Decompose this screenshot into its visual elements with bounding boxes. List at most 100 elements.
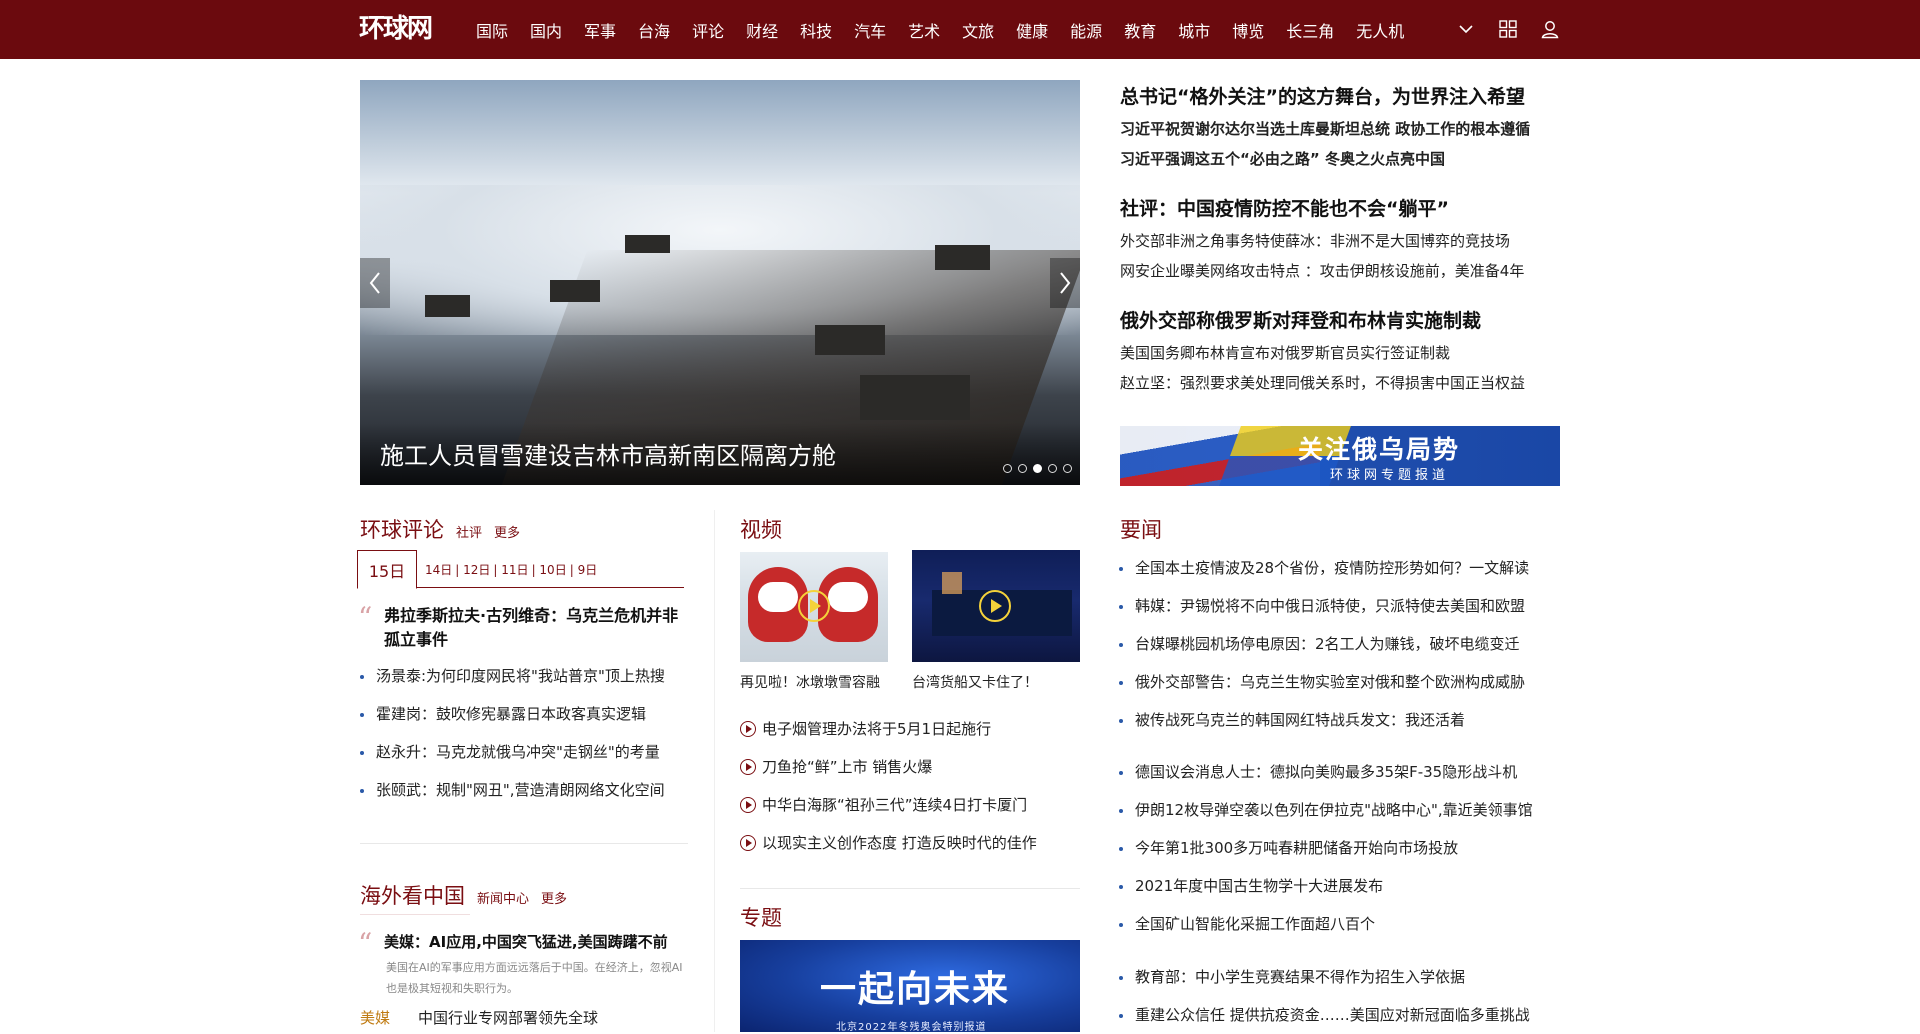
video-caption[interactable]: 再见啦！冰墩墩雪容融 <box>740 672 880 692</box>
headline-sub[interactable]: 网安企业曝美网络攻击特点 ：攻击伊朗核设施前，美准备4年 <box>1120 256 1560 286</box>
nav-item-military[interactable]: 军事 <box>584 18 616 42</box>
commentary-link-editorial[interactable]: 社评 <box>456 522 482 541</box>
tab-date[interactable]: 9日 <box>578 563 598 577</box>
play-circle-icon <box>740 721 756 737</box>
special-banner-text: 一起向未来 <box>820 968 1011 1010</box>
headline-sub[interactable]: 美国国务卿布林肯宣布对俄罗斯官员实行签证制裁 <box>1120 338 1560 368</box>
play-icon <box>798 590 830 622</box>
overseas-link-more[interactable]: 更多 <box>541 888 567 907</box>
play-circle-icon <box>740 797 756 813</box>
hero-next-button[interactable] <box>1050 258 1080 308</box>
list-item[interactable]: 中华白海豚“祖孙三代”连续4日打卡厦门 <box>740 786 1037 824</box>
apps-grid-icon[interactable] <box>1497 18 1519 40</box>
video-title[interactable]: 视频 <box>740 514 782 544</box>
hero-dot[interactable] <box>1003 464 1012 473</box>
tab-date[interactable]: 14日 <box>425 563 452 577</box>
tab-date-active[interactable]: 15日 <box>357 550 417 589</box>
hero-slider[interactable]: 施工人员冒雪建设吉林市高新南区隔离方舱 <box>360 80 1080 485</box>
nav-item-tech[interactable]: 科技 <box>800 18 832 42</box>
overseas-tagline: 美媒 中国行业专网部署领先全球 <box>360 1007 598 1028</box>
date-tabs: 15日 14日 | 12日 | 11日 | 10日 | 9日 <box>357 550 684 589</box>
video-thumb-mascot[interactable] <box>740 552 888 662</box>
video-item-title[interactable]: 电子烟管理办法将于5月1日起施行 <box>762 710 991 748</box>
list-item[interactable]: 台媒曝桃园机场停电原因：2名工人为赚钱，破坏电缆变迁 <box>1119 625 1564 663</box>
nav-item-culture-travel[interactable]: 文旅 <box>962 18 994 42</box>
list-item[interactable]: 德国议会消息人士：德拟向美购最多35架F-35隐形战斗机 <box>1119 753 1564 791</box>
list-item[interactable]: 张颐武：规制"网丑",营造清朗网络文化空间 <box>360 771 690 809</box>
overseas-title[interactable]: 海外看中国 <box>360 880 465 910</box>
list-item[interactable]: 今年第1批300多万吨春耕肥储备开始向市场投放 <box>1119 829 1564 867</box>
video-item-title[interactable]: 刀鱼抢“鲜”上市 销售火爆 <box>762 748 932 786</box>
nav-item-international[interactable]: 国际 <box>476 18 508 42</box>
nav-item-taiwan[interactable]: 台海 <box>638 18 670 42</box>
special-banner[interactable]: 一起向未来 北京2022年冬残奥会特别报道 <box>740 940 1080 1032</box>
commentary-link-more[interactable]: 更多 <box>494 522 520 541</box>
nav-item-yangtze-delta[interactable]: 长三角 <box>1286 18 1334 42</box>
header-underline <box>360 914 470 915</box>
list-item[interactable]: 教育部：中小学生竞赛结果不得作为招生入学依据 <box>1119 958 1564 996</box>
list-item[interactable]: 韩媒：尹锡悦将不向中俄日派特使，只派特使去美国和欧盟 <box>1119 587 1564 625</box>
list-item[interactable]: 刀鱼抢“鲜”上市 销售火爆 <box>740 748 1037 786</box>
commentary-title[interactable]: 环球评论 <box>360 514 444 544</box>
list-item[interactable]: 俄外交部警告：乌克兰生物实验室对俄和整个欧洲构成威胁 <box>1119 663 1564 701</box>
headline-sub[interactable]: 习近平强调这五个“必由之路” 冬奥之火点亮中国 <box>1120 144 1560 174</box>
list-item[interactable]: 汤景泰:为何印度网民将"我站普京"顶上热搜 <box>360 657 690 695</box>
hero-dot[interactable] <box>1048 464 1057 473</box>
list-item[interactable]: 霍建岗：鼓吹修宪暴露日本政客真实逻辑 <box>360 695 690 733</box>
list-item[interactable]: 重建公众信任 提供抗疫资金……美国应对新冠面临多重挑战 <box>1119 996 1564 1034</box>
news-list-1: 全国本土疫情波及28个省份，疫情防控形势如何？一文解读 韩媒：尹锡悦将不向中俄日… <box>1119 549 1564 739</box>
headline-sub[interactable]: 赵立坚：强烈要求美处理同俄关系时，不得损害中国正当权益 <box>1120 368 1560 398</box>
news-title[interactable]: 要闻 <box>1120 514 1162 544</box>
tab-date[interactable]: 10日 <box>539 563 566 577</box>
nav-item-health[interactable]: 健康 <box>1016 18 1048 42</box>
user-icon[interactable] <box>1539 18 1561 40</box>
nav-item-education[interactable]: 教育 <box>1124 18 1156 42</box>
video-item-title[interactable]: 中华白海豚“祖孙三代”连续4日打卡厦门 <box>762 786 1027 824</box>
video-item-title[interactable]: 以现实主义创作态度 打造反映时代的佳作 <box>762 824 1037 862</box>
overseas-featured-title[interactable]: 美媒：AI应用,中国突飞猛进,美国踌躇不前 <box>384 930 668 958</box>
hero-dot[interactable] <box>1018 464 1027 473</box>
tab-dates-rest: 14日 | 12日 | 11日 | 10日 | 9日 <box>425 563 598 577</box>
nav-item-opinion[interactable]: 评论 <box>692 18 724 42</box>
nav-item-drone[interactable]: 无人机 <box>1356 18 1404 42</box>
list-item[interactable]: 以现实主义创作态度 打造反映时代的佳作 <box>740 824 1037 862</box>
list-item[interactable]: 全国本土疫情波及28个省份，疫情防控形势如何？一文解读 <box>1119 549 1564 587</box>
nav-item-city[interactable]: 城市 <box>1178 18 1210 42</box>
nav-item-art[interactable]: 艺术 <box>908 18 940 42</box>
tagline-text[interactable]: 中国行业专网部署领先全球 <box>418 1009 598 1027</box>
list-item[interactable]: 全国矿山智能化采掘工作面超八百个 <box>1119 905 1564 943</box>
hero-dot-active[interactable] <box>1033 464 1042 473</box>
nav-item-finance[interactable]: 财经 <box>746 18 778 42</box>
headline-title[interactable]: 俄外交部称俄罗斯对拜登和布林肯实施制裁 <box>1120 304 1560 338</box>
nav-item-domestic[interactable]: 国内 <box>530 18 562 42</box>
russia-ukraine-banner[interactable]: 关注俄乌局势 环球网专题报道 <box>1120 426 1560 486</box>
chevron-down-icon[interactable] <box>1455 18 1477 40</box>
source-tag[interactable]: 美媒 <box>360 1009 390 1027</box>
video-thumb-ship[interactable] <box>912 550 1080 662</box>
list-item[interactable]: 2021年度中国古生物学十大进展发布 <box>1119 867 1564 905</box>
hero-prev-button[interactable] <box>360 258 390 308</box>
headline-sub[interactable]: 习近平祝贺谢尔达尔当选土库曼斯坦总统 政协工作的根本遵循 <box>1120 114 1560 144</box>
tab-date[interactable]: 11日 <box>501 563 528 577</box>
list-item[interactable]: 被传战死乌克兰的韩国网红特战兵发文：我还活着 <box>1119 701 1564 739</box>
nav-item-auto[interactable]: 汽车 <box>854 18 886 42</box>
overseas-summary: 美国在AI的军事应用方面远远落后于中国。在经济上，忽视AI也是极其短视和失职行为… <box>386 961 683 995</box>
nav-item-energy[interactable]: 能源 <box>1070 18 1102 42</box>
list-item[interactable]: 电子烟管理办法将于5月1日起施行 <box>740 710 1037 748</box>
nav-item-expo[interactable]: 博览 <box>1232 18 1264 42</box>
overseas-link-news-center[interactable]: 新闻中心 <box>477 888 529 907</box>
top-nav-bar: 环球网 国际 国内 军事 台海 评论 财经 科技 汽车 艺术 文旅 健康 能源 … <box>0 0 1920 59</box>
hero-caption[interactable]: 施工人员冒雪建设吉林市高新南区隔离方舱 <box>380 436 836 471</box>
quote-icon: “ <box>358 927 373 960</box>
list-item[interactable]: 赵永升：马克龙就俄乌冲突"走钢丝"的考量 <box>360 733 690 771</box>
site-logo[interactable]: 环球网 <box>359 12 433 46</box>
headline-title[interactable]: 总书记“格外关注”的这方舞台，为世界注入希望 <box>1120 80 1560 114</box>
headline-sub[interactable]: 外交部非洲之角事务特使薛冰：非洲不是大国博弈的竞技场 <box>1120 226 1560 256</box>
commentary-featured-title[interactable]: 弗拉季斯拉夫·古列维奇：乌克兰危机并非孤立事件 <box>384 604 684 652</box>
hero-dot[interactable] <box>1063 464 1072 473</box>
list-item[interactable]: 伊朗12枚导弹空袭以色列在伊拉克"战略中心",靠近美领事馆 <box>1119 791 1564 829</box>
special-title[interactable]: 专题 <box>740 902 782 932</box>
headline-title[interactable]: 社评：中国疫情防控不能也不会“躺平” <box>1120 192 1560 226</box>
video-caption[interactable]: 台湾货船又卡住了！ <box>912 672 1038 692</box>
tab-date[interactable]: 12日 <box>463 563 490 577</box>
